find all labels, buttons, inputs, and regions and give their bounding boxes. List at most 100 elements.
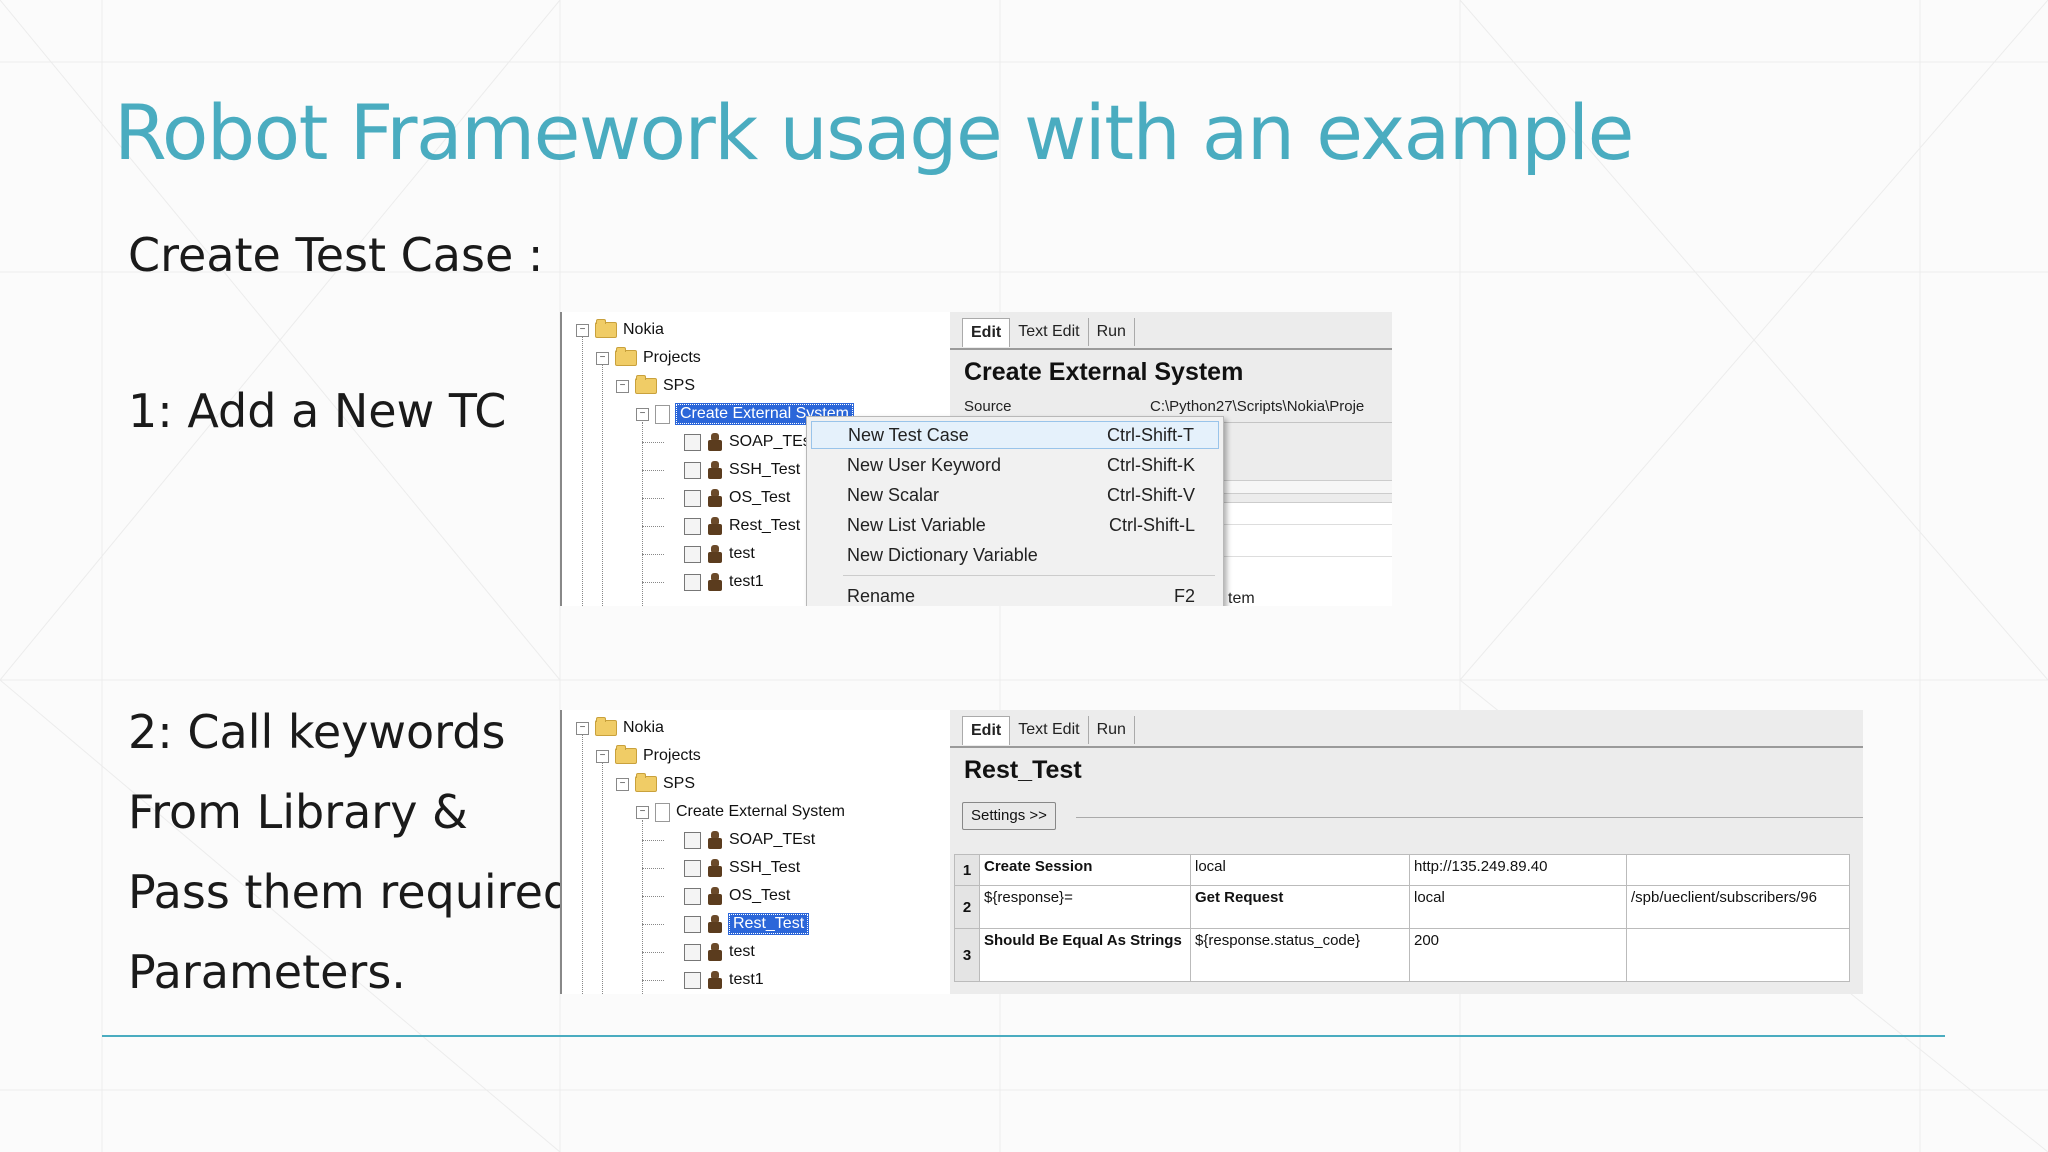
tree-node-test[interactable]: SSH_Test — [684, 856, 800, 880]
collapse-icon[interactable]: − — [636, 805, 649, 819]
test-checkbox[interactable] — [684, 915, 701, 933]
collapse-icon[interactable]: − — [596, 351, 609, 365]
table-row: 3 Should Be Equal As Strings ${response.… — [954, 928, 1850, 982]
tab-edit[interactable]: Edit — [962, 318, 1011, 347]
collapse-icon[interactable]: − — [576, 323, 589, 337]
screenshot-add-test-case: − Nokia − Projects − SPS − Create Extern… — [560, 312, 1392, 606]
robot-icon — [707, 831, 723, 849]
menu-item-shortcut: Ctrl-Shift-V — [1106, 484, 1195, 505]
collapse-icon[interactable]: − — [636, 407, 649, 421]
tree-node-test[interactable]: test — [684, 542, 755, 566]
test-checkbox[interactable] — [684, 971, 701, 989]
test-checkbox[interactable] — [684, 859, 701, 877]
tree-node-test[interactable]: test1 — [684, 968, 764, 992]
collapse-icon[interactable]: − — [596, 749, 609, 763]
test-checkbox[interactable] — [684, 489, 701, 507]
test-checkbox[interactable] — [684, 461, 701, 479]
tab-edit[interactable]: Edit — [962, 716, 1011, 745]
tree-node-suite[interactable]: − Create External System — [636, 800, 845, 824]
menu-item-new-scalar[interactable]: New Scalar Ctrl-Shift-V — [811, 481, 1219, 509]
tree-node-label: test — [729, 943, 755, 960]
menu-item-new-list-variable[interactable]: New List Variable Ctrl-Shift-L — [811, 511, 1219, 539]
table-cell[interactable]: Get Request — [1190, 885, 1410, 929]
table-cell[interactable]: 200 — [1409, 928, 1627, 982]
collapse-icon[interactable]: − — [616, 777, 629, 791]
robot-icon — [707, 573, 723, 591]
menu-item-label: New User Keyword — [847, 454, 1002, 475]
source-path: C:\Python27\Scripts\Nokia\Proje — [1150, 398, 1365, 415]
table-row: 1 Create Session local http://135.249.89… — [954, 854, 1850, 886]
tree-node-label: test1 — [729, 971, 764, 988]
test-checkbox[interactable] — [684, 887, 701, 905]
tree-node-sps[interactable]: − SPS — [616, 374, 695, 398]
folder-icon — [595, 717, 617, 736]
tree-node-test[interactable]: SOAP_TEst — [684, 828, 815, 852]
menu-item-shortcut: F2 — [1173, 585, 1195, 606]
step-2-line: 2: Call keywords — [128, 705, 506, 759]
project-tree: − Nokia − Projects − SPS − Create Extern… — [560, 710, 950, 994]
table-cell[interactable] — [1626, 854, 1850, 886]
robot-icon — [707, 971, 723, 989]
tree-node-sps[interactable]: − SPS — [616, 772, 695, 796]
table-cell[interactable]: local — [1190, 854, 1410, 886]
tree-node-test[interactable]: test — [684, 940, 755, 964]
folder-icon — [635, 375, 657, 394]
table-cell[interactable]: ${response.status_code} — [1190, 928, 1410, 982]
tree-node-label: SPS — [663, 775, 696, 792]
tab-run[interactable]: Run — [1089, 716, 1135, 744]
tab-text-edit[interactable]: Text Edit — [1010, 318, 1089, 346]
row-number[interactable]: 2 — [954, 885, 980, 929]
robot-icon — [707, 489, 723, 507]
menu-item-label: New Scalar — [847, 484, 940, 505]
tab-run[interactable]: Run — [1089, 318, 1135, 346]
step-2-line: Parameters. — [128, 945, 406, 999]
tree-node-projects[interactable]: − Projects — [596, 744, 701, 768]
tab-text-edit[interactable]: Text Edit — [1010, 716, 1089, 744]
tree-node-test[interactable]: Rest_Test — [684, 912, 810, 936]
test-checkbox[interactable] — [684, 943, 701, 961]
table-cell[interactable]: ${response}= — [979, 885, 1191, 929]
robot-icon — [707, 887, 723, 905]
settings-button[interactable]: Settings >> — [962, 802, 1056, 830]
test-checkbox[interactable] — [684, 545, 701, 563]
menu-item-shortcut: Ctrl-Shift-T — [1107, 424, 1194, 445]
file-icon — [655, 802, 670, 822]
tree-node-nokia[interactable]: − Nokia — [576, 318, 664, 342]
collapse-icon[interactable]: − — [616, 379, 629, 393]
robot-icon — [707, 859, 723, 877]
tree-node-test[interactable]: OS_Test — [684, 486, 790, 510]
collapse-icon[interactable]: − — [576, 721, 589, 735]
table-cell[interactable]: local — [1409, 885, 1627, 929]
test-checkbox[interactable] — [684, 433, 701, 451]
test-checkbox[interactable] — [684, 573, 701, 591]
editor-title: Rest_Test — [964, 756, 1082, 784]
tree-node-test[interactable]: OS_Test — [684, 884, 790, 908]
table-cell[interactable]: Should Be Equal As Strings — [979, 928, 1191, 982]
table-cell[interactable]: http://135.249.89.40 — [1409, 854, 1627, 886]
tree-node-test[interactable]: SSH_Test — [684, 458, 800, 482]
table-cell[interactable]: Create Session — [979, 854, 1191, 886]
robot-icon — [707, 517, 723, 535]
editor-tabs: Edit Text Edit Run — [962, 318, 1135, 347]
row-number[interactable]: 1 — [954, 854, 980, 886]
robot-icon — [707, 461, 723, 479]
editor-panel: Edit Text Edit Run Rest_Test Settings >>… — [950, 710, 1863, 994]
menu-item-label: New Dictionary Variable — [847, 544, 1038, 565]
table-cell[interactable] — [1626, 928, 1850, 982]
menu-item-new-test-case[interactable]: New Test Case Ctrl-Shift-T — [811, 421, 1219, 449]
menu-item-rename[interactable]: Rename F2 — [811, 582, 1219, 606]
file-icon — [655, 404, 670, 424]
tree-node-label: test1 — [729, 573, 764, 590]
tree-node-test[interactable]: test1 — [684, 570, 764, 594]
tree-node-projects[interactable]: − Projects — [596, 346, 701, 370]
tree-node-nokia[interactable]: − Nokia — [576, 716, 664, 740]
test-checkbox[interactable] — [684, 831, 701, 849]
tree-node-test[interactable]: SOAP_TEst — [684, 430, 815, 454]
tree-node-test[interactable]: Rest_Test — [684, 514, 800, 538]
table-cell[interactable]: /spb/ueclient/subscribers/96 — [1626, 885, 1850, 929]
test-checkbox[interactable] — [684, 517, 701, 535]
menu-item-new-dictionary-variable[interactable]: New Dictionary Variable — [811, 541, 1219, 569]
row-number[interactable]: 3 — [954, 928, 980, 982]
tree-node-label: Projects — [643, 349, 701, 366]
menu-item-new-user-keyword[interactable]: New User Keyword Ctrl-Shift-K — [811, 451, 1219, 479]
